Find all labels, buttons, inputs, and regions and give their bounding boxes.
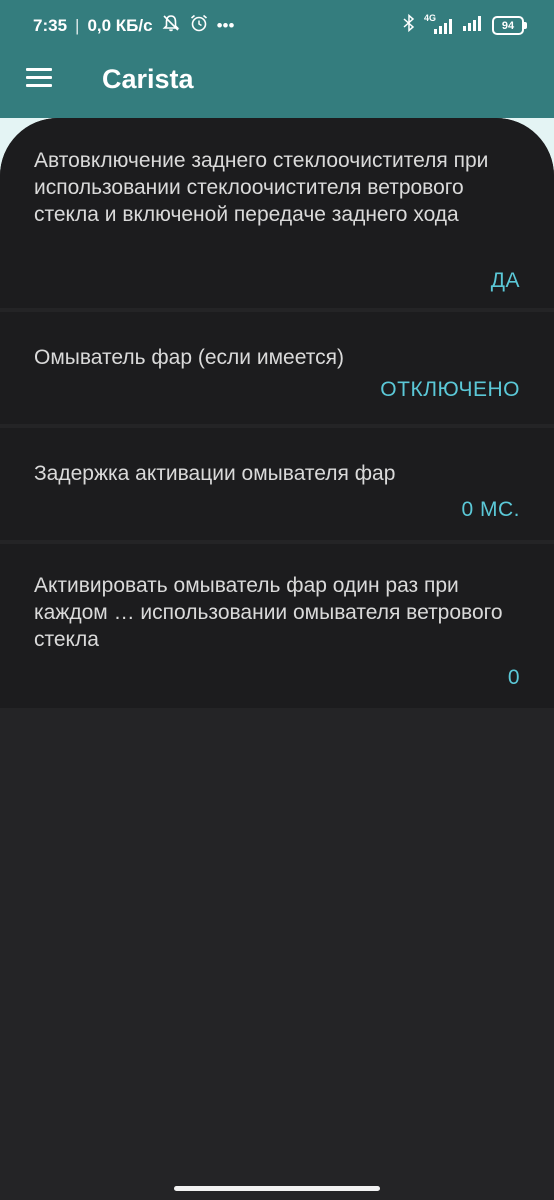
muted-notification-icon bbox=[161, 13, 181, 38]
setting-label: Активировать омыватель фар один раз при … bbox=[34, 574, 503, 651]
signal-icon: 4G bbox=[424, 13, 454, 36]
setting-value: 0 bbox=[507, 666, 520, 689]
setting-value: ОТКЛЮЧЕНО bbox=[380, 378, 520, 401]
menu-button[interactable] bbox=[22, 62, 58, 96]
alarm-icon bbox=[189, 13, 209, 38]
signal-icon-2 bbox=[462, 13, 484, 38]
setting-label: Омыватель фар (если имеется) bbox=[34, 346, 344, 369]
menu-icon-line bbox=[26, 84, 52, 87]
status-bar: 7:35 | 0,0 КБ/с ••• 4G 94 bbox=[0, 0, 554, 48]
battery-icon: 94 bbox=[492, 16, 527, 35]
menu-icon-line bbox=[26, 76, 52, 79]
bluetooth-icon bbox=[402, 13, 416, 38]
setting-washer-delay[interactable]: Задержка активации омывателя фар 0 МС. bbox=[0, 428, 554, 540]
app-title: Carista bbox=[102, 64, 194, 94]
status-separator: | bbox=[75, 15, 80, 35]
more-notifications: ••• bbox=[216, 15, 235, 35]
status-right: 4G 94 bbox=[402, 13, 527, 38]
settings-list: Автовключение заднего стеклоочистителя п… bbox=[0, 118, 554, 1200]
status-left: 7:35 | 0,0 КБ/с ••• bbox=[33, 13, 234, 38]
setting-value: ДА bbox=[490, 269, 520, 292]
status-time: 7:35 bbox=[33, 15, 68, 35]
setting-label: Задержка активации омывателя фар bbox=[34, 462, 396, 485]
setting-headlight-washer[interactable]: Омыватель фар (если имеется) ОТКЛЮЧЕНО bbox=[0, 312, 554, 424]
menu-icon bbox=[26, 68, 52, 71]
home-indicator[interactable] bbox=[174, 1186, 380, 1191]
network-speed: 0,0 КБ/с bbox=[87, 15, 153, 35]
setting-rear-wiper[interactable]: Автовключение заднего стеклоочистителя п… bbox=[0, 118, 554, 308]
app-header: 7:35 | 0,0 КБ/с ••• 4G 94 Carista bbox=[0, 0, 554, 118]
setting-value: 0 МС. bbox=[461, 498, 520, 521]
setting-label: Автовключение заднего стеклоочистителя п… bbox=[34, 149, 489, 226]
setting-washer-once[interactable]: Активировать омыватель фар один раз при … bbox=[0, 544, 554, 708]
